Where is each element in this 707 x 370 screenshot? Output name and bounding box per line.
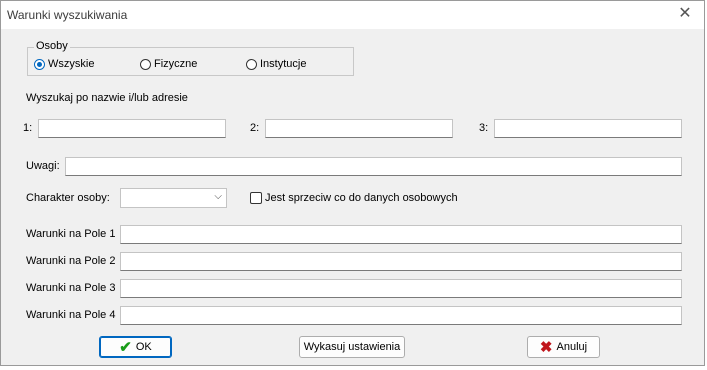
warunki-4-label: Warunki na Pole 4 [26,309,116,321]
radio-label: Fizyczne [154,58,198,70]
radio-instytucje[interactable]: Instytucje [246,58,306,70]
warunki-4-field[interactable] [120,306,682,325]
charakter-select[interactable]: ⌵ [120,188,227,208]
radio-label: Wszyskie [48,58,95,70]
field-1-label: 1: [23,122,33,134]
field-3-label: 3: [479,122,489,134]
reset-settings-button[interactable]: Wykasuj ustawienia [299,336,405,358]
sprzeciw-label[interactable]: Jest sprzeciw co do danych osobowych [265,192,458,204]
name-field-3[interactable] [494,119,682,138]
warunki-1-label: Warunki na Pole 1 [26,228,116,240]
radio-selected-icon[interactable] [34,58,45,70]
cancel-label: Anuluj [556,341,588,353]
warunki-2-field[interactable] [120,252,682,271]
reset-label: Wykasuj ustawienia [303,341,401,353]
window-title: Warunki wyszukiwania [7,8,128,22]
warunki-1-field[interactable] [120,225,682,244]
search-conditions-dialog: Warunki wyszukiwania ✕ Osoby Wszyskie Fi… [0,0,705,366]
title-bar: Warunki wyszukiwania ✕ [1,1,704,29]
chevron-down-icon[interactable]: ⌵ [214,191,222,202]
radio-icon[interactable] [246,58,257,70]
name-field-1[interactable] [38,119,226,138]
field-2-label: 2: [250,122,260,134]
warunki-3-label: Warunki na Pole 3 [26,282,116,294]
radio-icon[interactable] [140,58,151,70]
ok-button[interactable]: ✔ OK [99,336,172,358]
sprzeciw-checkbox[interactable] [250,192,262,204]
radio-label: Instytucje [260,58,307,70]
warunki-3-field[interactable] [120,279,682,298]
ok-label: OK [135,341,152,353]
warunki-2-label: Warunki na Pole 2 [26,255,116,267]
osoby-legend: Osoby [34,40,70,52]
search-heading: Wyszukaj po nazwie i/lub adresie [26,92,188,104]
charakter-label: Charakter osoby: [26,192,110,204]
name-field-2[interactable] [265,119,453,138]
checkmark-icon: ✔ [119,338,132,356]
uwagi-field[interactable] [65,157,682,176]
close-icon[interactable]: ✕ [676,5,694,23]
cross-icon: ✖ [539,338,553,356]
cancel-button[interactable]: ✖ Anuluj [527,336,600,358]
radio-fizyczne[interactable]: Fizyczne [140,58,197,70]
uwagi-label: Uwagi: [26,160,60,172]
radio-wszyskie[interactable]: Wszyskie [34,58,94,70]
